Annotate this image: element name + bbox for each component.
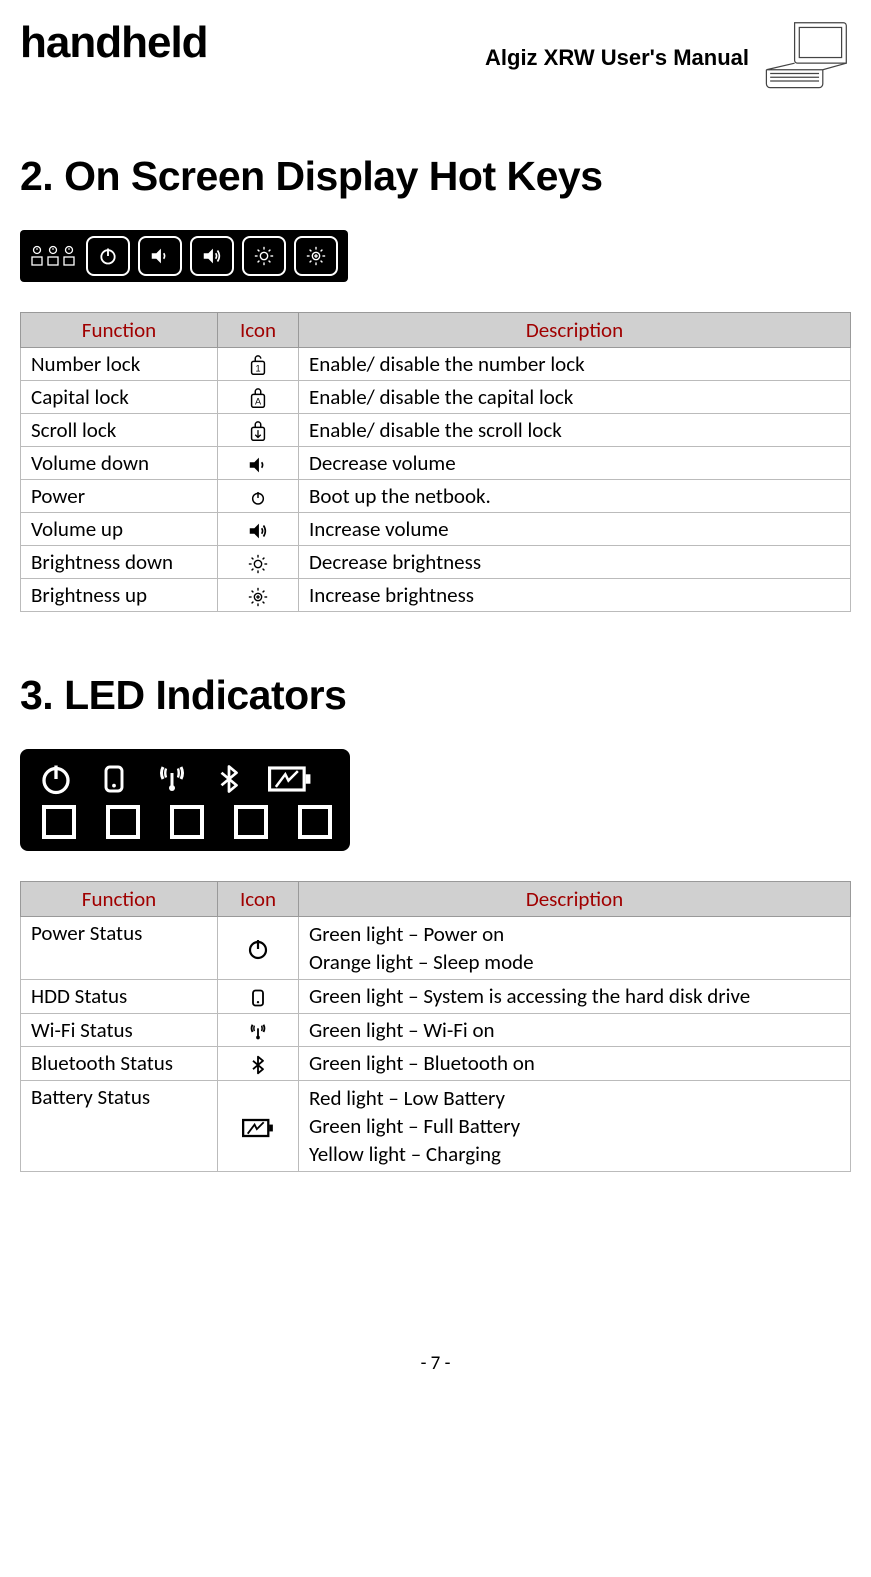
laptop-icon (757, 18, 851, 98)
table-row: Power Status Green light – Power on Oran… (21, 917, 851, 980)
hotkey-brightdown-button (242, 236, 286, 276)
cell-description: Enable/ disable the scroll lock (299, 414, 851, 447)
volume-down-icon (218, 447, 299, 480)
cell-description: Decrease brightness (299, 546, 851, 579)
cell-description: Decrease volume (299, 447, 851, 480)
table-row: Capital lock Enable/ disable the capital… (21, 381, 851, 414)
table-row: Volume down Decrease volume (21, 447, 851, 480)
cell-function: Brightness up (21, 579, 218, 612)
cell-description: Enable/ disable the capital lock (299, 381, 851, 414)
hotkey-power-button (86, 236, 130, 276)
mini-indicator-icon (62, 241, 76, 271)
table-row: Brightness down Decrease brightness (21, 546, 851, 579)
led-slot (170, 805, 204, 839)
cell-function: Scroll lock (21, 414, 218, 447)
led-slot (234, 805, 268, 839)
led-slot (106, 805, 140, 839)
power-icon (38, 761, 74, 797)
table-header-row: Function Icon Description (21, 313, 851, 348)
manual-title-block: Algiz XRW User's Manual (485, 18, 851, 98)
cell-function: Volume up (21, 513, 218, 546)
th-function: Function (21, 882, 218, 917)
page-number: - 7 - (20, 1352, 851, 1375)
cell-description: Boot up the netbook. (299, 480, 851, 513)
wifi-icon (154, 761, 190, 797)
cell-function: Volume down (21, 447, 218, 480)
wifi-icon (218, 1013, 299, 1046)
capslock-icon (218, 381, 299, 414)
scrolllock-icon (218, 414, 299, 447)
hdd-icon (98, 761, 130, 797)
led-table: Function Icon Description Power Status G… (20, 881, 851, 1172)
led-slot (42, 805, 76, 839)
table-header-row: Function Icon Description (21, 882, 851, 917)
hotkey-volup-button (190, 236, 234, 276)
table-row: HDD Status Green light – System is acces… (21, 980, 851, 1014)
battery-icon (268, 764, 312, 794)
cell-description: Green light – Power on Orange light – Sl… (299, 917, 851, 980)
cell-function: Bluetooth Status (21, 1046, 218, 1080)
cell-description: Green light – Wi-Fi on (299, 1013, 851, 1046)
cell-description: Green light – Bluetooth on (299, 1046, 851, 1080)
page-header: handheld Algiz XRW User's Manual (20, 18, 851, 98)
led-slot (298, 805, 332, 839)
table-row: Number lock Enable/ disable the number l… (21, 348, 851, 381)
bluetooth-icon (218, 1046, 299, 1080)
brightness-up-icon (218, 579, 299, 612)
power-icon (218, 917, 299, 980)
cell-function: Power (21, 480, 218, 513)
cell-function: Brightness down (21, 546, 218, 579)
led-panel-image (20, 749, 350, 851)
cell-function: Battery Status (21, 1080, 218, 1171)
cell-description: Increase volume (299, 513, 851, 546)
table-row: Scroll lock Enable/ disable the scroll l… (21, 414, 851, 447)
hotkey-voldown-button (138, 236, 182, 276)
manual-title-text: Algiz XRW User's Manual (485, 45, 749, 71)
cell-description: Green light – System is accessing the ha… (299, 980, 851, 1014)
th-function: Function (21, 313, 218, 348)
bluetooth-icon (214, 761, 244, 797)
table-row: Battery Status Red light – Low Battery G… (21, 1080, 851, 1171)
cell-function: HDD Status (21, 980, 218, 1014)
table-row: Volume up Increase volume (21, 513, 851, 546)
th-icon: Icon (218, 313, 299, 348)
brand-logo: handheld (20, 18, 208, 68)
th-icon: Icon (218, 882, 299, 917)
th-description: Description (299, 313, 851, 348)
hdd-icon (218, 980, 299, 1014)
mini-indicator-icon (46, 241, 60, 271)
table-row: Wi-Fi Status Green light – Wi-Fi on (21, 1013, 851, 1046)
numlock-icon (218, 348, 299, 381)
cell-function: Power Status (21, 917, 218, 980)
cell-function: Capital lock (21, 381, 218, 414)
mini-indicator-icon (30, 241, 44, 271)
section-2-heading: 2. On Screen Display Hot Keys (20, 153, 851, 200)
power-icon (218, 480, 299, 513)
table-row: Power Boot up the netbook. (21, 480, 851, 513)
cell-description: Increase brightness (299, 579, 851, 612)
table-row: Bluetooth Status Green light – Bluetooth… (21, 1046, 851, 1080)
section-3-heading: 3. LED Indicators (20, 672, 851, 719)
cell-description: Red light – Low Battery Green light – Fu… (299, 1080, 851, 1171)
brightness-down-icon (218, 546, 299, 579)
th-description: Description (299, 882, 851, 917)
cell-function: Number lock (21, 348, 218, 381)
cell-description: Enable/ disable the number lock (299, 348, 851, 381)
hotkeys-table: Function Icon Description Number lock En… (20, 312, 851, 612)
hotkey-bar-image (20, 230, 348, 282)
battery-icon (218, 1080, 299, 1171)
table-row: Brightness up Increase brightness (21, 579, 851, 612)
cell-function: Wi-Fi Status (21, 1013, 218, 1046)
hotkey-brightup-button (294, 236, 338, 276)
volume-up-icon (218, 513, 299, 546)
